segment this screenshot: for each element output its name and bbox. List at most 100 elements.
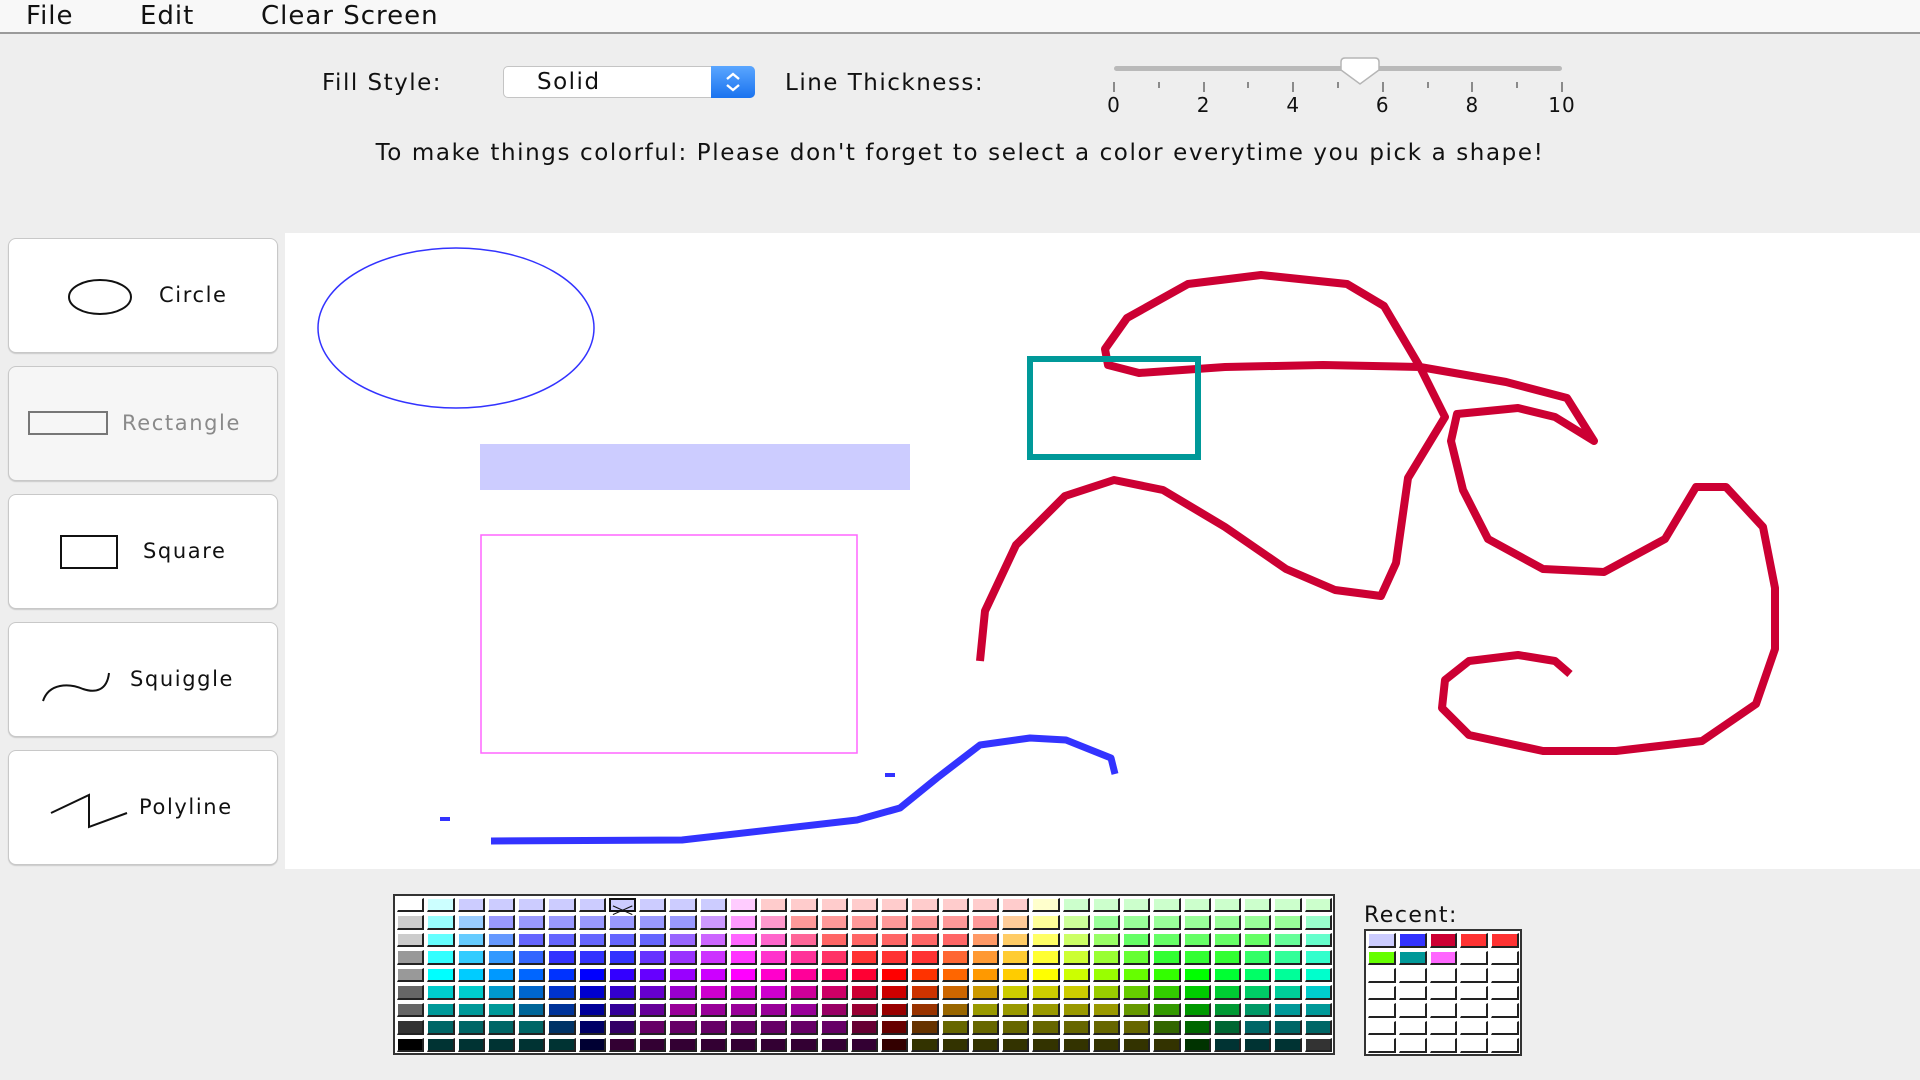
color-swatch[interactable]	[397, 1037, 425, 1052]
recent-empty-swatch[interactable]	[1460, 1003, 1489, 1018]
color-swatch[interactable]	[1153, 950, 1181, 965]
color-swatch[interactable]	[1244, 967, 1272, 983]
color-swatch[interactable]	[548, 915, 576, 930]
color-swatch[interactable]	[1002, 985, 1030, 1000]
color-swatch[interactable]	[487, 915, 516, 930]
color-swatch[interactable]	[1123, 932, 1151, 948]
color-swatch[interactable]	[971, 915, 1000, 930]
color-swatch[interactable]	[699, 967, 727, 983]
color-swatch[interactable]	[971, 898, 1000, 913]
color-swatch[interactable]	[1092, 967, 1121, 983]
color-swatch[interactable]	[941, 967, 969, 983]
color-swatch[interactable]	[790, 915, 818, 930]
recent-empty-swatch[interactable]	[1368, 1038, 1396, 1053]
color-swatch[interactable]	[548, 985, 576, 1000]
color-swatch[interactable]	[1274, 932, 1302, 948]
color-swatch[interactable]	[760, 1002, 788, 1018]
recent-empty-swatch[interactable]	[1398, 1020, 1427, 1036]
color-swatch[interactable]	[1274, 915, 1302, 930]
color-swatch[interactable]	[1274, 1020, 1302, 1035]
color-swatch[interactable]	[729, 1020, 758, 1035]
color-swatch[interactable]	[639, 950, 667, 965]
color-swatch[interactable]	[850, 1020, 879, 1035]
recent-color-swatch[interactable]	[1491, 933, 1519, 948]
color-swatch[interactable]	[397, 1020, 425, 1035]
color-swatch[interactable]	[881, 1002, 909, 1018]
color-swatch[interactable]	[608, 932, 637, 948]
color-swatch[interactable]	[608, 1020, 637, 1035]
color-swatch[interactable]	[1304, 932, 1332, 948]
color-swatch[interactable]	[639, 1037, 667, 1052]
recent-color-swatch[interactable]	[1368, 950, 1396, 966]
color-swatch[interactable]	[760, 1037, 788, 1052]
menu-edit[interactable]: Edit	[140, 0, 194, 32]
color-swatch[interactable]	[457, 950, 485, 965]
color-swatch[interactable]	[971, 1020, 1000, 1035]
color-swatch[interactable]	[760, 915, 788, 930]
recent-empty-swatch[interactable]	[1460, 1038, 1489, 1053]
color-swatch[interactable]	[790, 932, 818, 948]
color-swatch[interactable]	[1092, 932, 1121, 948]
color-swatch[interactable]	[608, 1037, 637, 1052]
color-swatch[interactable]	[1062, 1020, 1090, 1035]
color-swatch[interactable]	[548, 967, 576, 983]
recent-empty-swatch[interactable]	[1491, 1020, 1519, 1036]
color-swatch[interactable]	[397, 950, 425, 965]
color-swatch[interactable]	[548, 1037, 576, 1052]
color-swatch[interactable]	[1274, 967, 1302, 983]
color-swatch[interactable]	[1153, 1037, 1181, 1052]
color-swatch[interactable]	[790, 1002, 818, 1018]
color-swatch[interactable]	[578, 1020, 606, 1035]
color-swatch[interactable]	[1092, 915, 1121, 930]
color-swatch-selected[interactable]	[608, 898, 637, 915]
color-swatch[interactable]	[1213, 1020, 1242, 1035]
color-swatch[interactable]	[971, 932, 1000, 948]
color-swatch[interactable]	[1213, 950, 1242, 965]
color-swatch[interactable]	[578, 915, 606, 930]
color-swatch[interactable]	[911, 932, 939, 948]
color-swatch[interactable]	[941, 1020, 969, 1035]
color-swatch[interactable]	[881, 1037, 909, 1052]
color-swatch[interactable]	[1183, 985, 1211, 1000]
color-swatch[interactable]	[1123, 967, 1151, 983]
color-swatch[interactable]	[790, 950, 818, 965]
color-swatch[interactable]	[911, 1002, 939, 1018]
color-swatch[interactable]	[881, 898, 909, 913]
color-swatch[interactable]	[1183, 1020, 1211, 1035]
color-swatch[interactable]	[669, 898, 697, 913]
color-swatch[interactable]	[1153, 1002, 1181, 1018]
color-swatch[interactable]	[427, 898, 455, 913]
color-swatch[interactable]	[729, 1037, 758, 1052]
color-swatch[interactable]	[1062, 915, 1090, 930]
color-swatch[interactable]	[397, 1002, 425, 1018]
color-swatch[interactable]	[1213, 1002, 1242, 1018]
color-swatch[interactable]	[1032, 1020, 1060, 1035]
color-swatch[interactable]	[881, 950, 909, 965]
color-swatch[interactable]	[1032, 1037, 1060, 1052]
color-swatch[interactable]	[578, 950, 606, 965]
color-swatch[interactable]	[941, 932, 969, 948]
color-swatch[interactable]	[457, 915, 485, 930]
color-swatch[interactable]	[548, 932, 576, 948]
color-swatch[interactable]	[1153, 967, 1181, 983]
color-swatch[interactable]	[1032, 932, 1060, 948]
color-swatch[interactable]	[1213, 967, 1242, 983]
color-swatch[interactable]	[820, 1002, 848, 1018]
color-swatch[interactable]	[457, 1002, 485, 1018]
color-swatch[interactable]	[881, 915, 909, 930]
recent-empty-swatch[interactable]	[1429, 985, 1458, 1001]
color-swatch[interactable]	[1274, 950, 1302, 965]
color-swatch[interactable]	[518, 932, 546, 948]
color-swatch[interactable]	[1183, 915, 1211, 930]
color-swatch[interactable]	[639, 1020, 667, 1035]
color-swatch[interactable]	[1183, 1002, 1211, 1018]
color-swatch[interactable]	[1304, 1020, 1332, 1035]
color-swatch[interactable]	[1183, 950, 1211, 965]
color-swatch[interactable]	[729, 967, 758, 983]
recent-empty-swatch[interactable]	[1429, 1020, 1458, 1036]
color-swatch[interactable]	[1092, 1020, 1121, 1035]
color-swatch[interactable]	[1304, 1002, 1332, 1018]
line-thickness-slider[interactable]: 0 2 4 6 8 10	[1107, 57, 1575, 120]
color-swatch[interactable]	[1304, 967, 1332, 983]
color-swatch[interactable]	[699, 985, 727, 1000]
